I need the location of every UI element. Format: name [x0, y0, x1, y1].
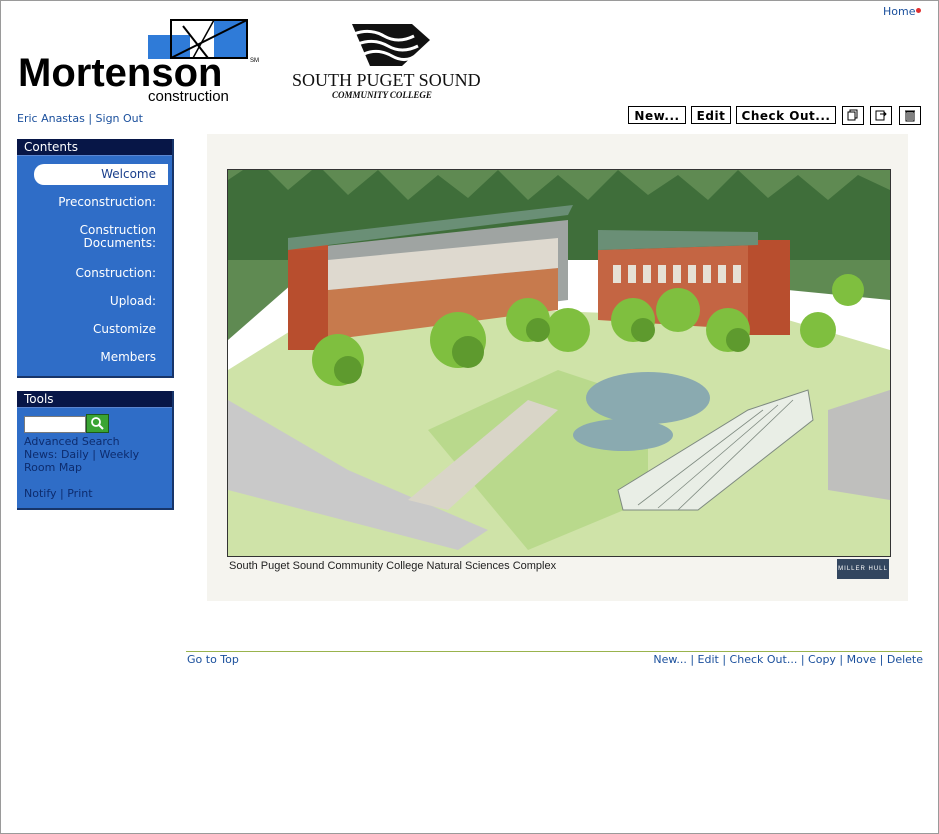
copy-icon [847, 109, 858, 121]
user-bar: Eric Anastas | Sign Out [17, 112, 143, 125]
home-indicator-dot [916, 8, 921, 13]
user-name-link[interactable]: Eric Anastas [17, 112, 85, 125]
footer-divider [186, 651, 922, 652]
spscc-name: SOUTH PUGET SOUND [292, 70, 481, 90]
spscc-subname: COMMUNITY COLLEGE [332, 90, 432, 100]
tools-panel: Tools Advanced Search News: Daily | Week… [17, 391, 174, 510]
footer-move-link[interactable]: Move [847, 653, 877, 666]
footer-separator: | [835, 653, 847, 666]
spscc-logo: SOUTH PUGET SOUND COMMUNITY COLLEGE [292, 24, 481, 100]
nav-item-customize[interactable]: Customize [93, 323, 156, 336]
architect-badge: MILLER HULL [837, 559, 889, 579]
edit-button[interactable]: Edit [691, 106, 731, 124]
notify-separator: | [56, 487, 68, 500]
featured-image-frame: South Puget Sound Community College Natu… [207, 134, 908, 601]
delete-button[interactable] [899, 106, 921, 125]
nav-item-preconstruction[interactable]: Preconstruction: [58, 196, 156, 209]
notify-print-links: Notify | Print [24, 487, 93, 500]
building-rendering-illustration [228, 170, 890, 556]
news-weekly-link[interactable]: Weekly [99, 448, 139, 461]
footer-separator: | [686, 653, 698, 666]
magnifier-icon [91, 417, 104, 430]
footer-copy-link[interactable]: Copy [808, 653, 836, 666]
footer-edit-link[interactable]: Edit [698, 653, 719, 666]
advanced-search-link[interactable]: Advanced Search [24, 435, 120, 448]
search-button[interactable] [86, 414, 109, 433]
user-separator: | [84, 112, 96, 125]
new-button[interactable]: New... [628, 106, 686, 124]
footer-separator: | [876, 653, 887, 666]
news-label: News: [24, 448, 58, 461]
tools-panel-title: Tools [17, 391, 172, 408]
nav-item-members[interactable]: Members [100, 351, 156, 364]
search-input[interactable] [24, 416, 86, 433]
contents-panel-title: Contents [17, 139, 172, 156]
footer-separator: | [718, 653, 730, 666]
news-separator: | [88, 448, 100, 461]
footer-separator: | [797, 653, 809, 666]
news-daily-link[interactable]: Daily [61, 448, 89, 461]
notify-link[interactable]: Notify [24, 487, 57, 500]
contents-panel: Contents Welcome Preconstruction: Constr… [17, 139, 174, 378]
building-rendering [227, 169, 891, 557]
mortenson-sm-mark: SM [250, 58, 259, 64]
mortenson-logo: Mortenson SM construction [18, 19, 259, 104]
nav-item-construction-documents[interactable]: Construction Documents: [46, 224, 156, 250]
move-icon [875, 110, 887, 121]
home-link[interactable]: Home [883, 5, 915, 18]
footer-new-link[interactable]: New... [653, 653, 686, 666]
nav-item-welcome[interactable]: Welcome [34, 164, 168, 185]
news-links: News: Daily | Weekly [24, 448, 139, 461]
spscc-wave-icon [352, 24, 430, 66]
sign-out-link[interactable]: Sign Out [96, 112, 143, 125]
print-link[interactable]: Print [67, 487, 92, 500]
mortenson-subtitle: construction [148, 88, 229, 104]
nav-item-upload[interactable]: Upload: [110, 295, 156, 308]
check-out-button[interactable]: Check Out... [736, 106, 836, 124]
footer-check-out-link[interactable]: Check Out... [730, 653, 798, 666]
footer-actions: New... | Edit | Check Out... | Copy | Mo… [653, 653, 923, 666]
room-map-link[interactable]: Room Map [24, 461, 82, 474]
move-button[interactable] [870, 106, 892, 125]
go-to-top-link[interactable]: Go to Top [187, 653, 239, 666]
image-caption: South Puget Sound Community College Natu… [229, 560, 557, 572]
nav-item-construction[interactable]: Construction: [76, 267, 156, 280]
delete-icon [905, 110, 915, 122]
copy-button[interactable] [842, 106, 864, 125]
footer-delete-link[interactable]: Delete [887, 653, 923, 666]
